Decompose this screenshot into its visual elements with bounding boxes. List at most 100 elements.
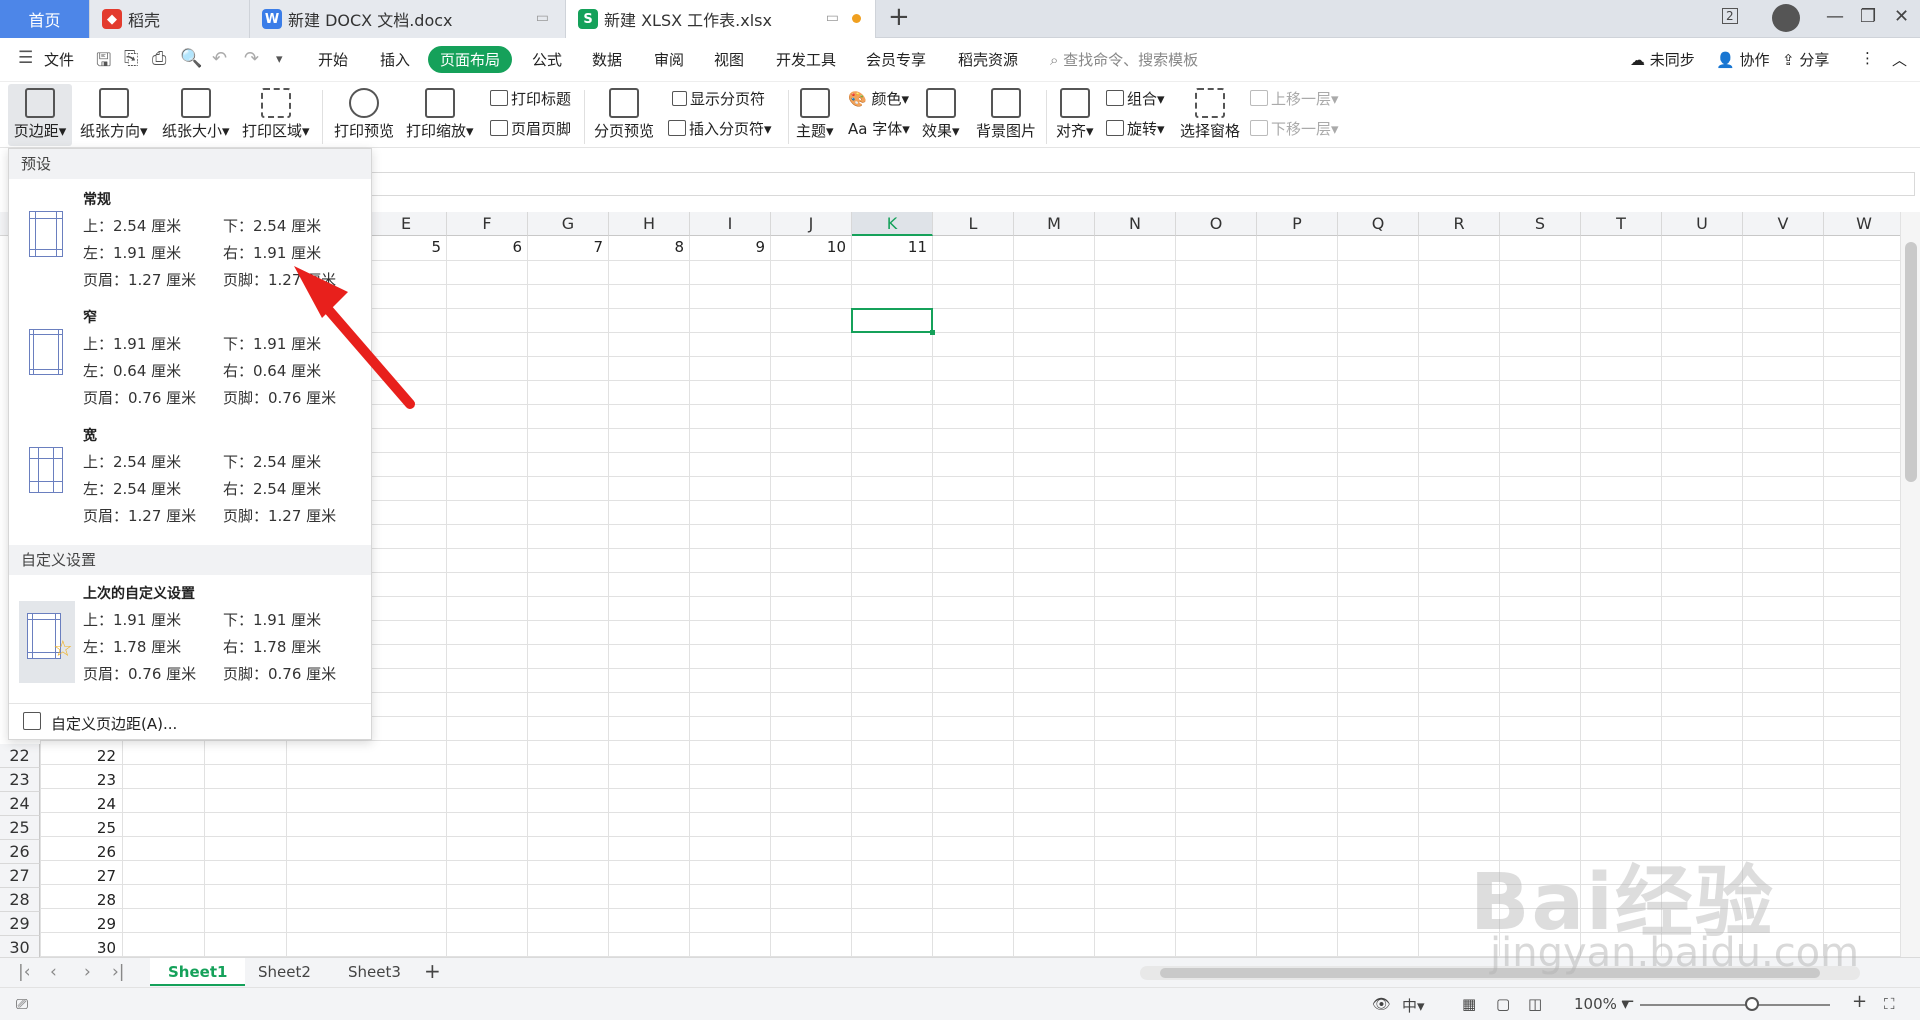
restore-icon[interactable]: ❐ — [1860, 6, 1876, 27]
cell-row1[interactable]: 5 — [366, 238, 447, 256]
eye-protection-icon[interactable]: 👁 — [1372, 995, 1391, 1013]
share-button[interactable]: ⇪ 分享 — [1782, 49, 1829, 70]
column-header-h[interactable]: H — [609, 212, 690, 236]
print-preview-icon[interactable]: 🔍 — [180, 48, 202, 69]
column-header-l[interactable]: L — [933, 212, 1014, 236]
last-sheet-icon[interactable]: ›| — [112, 962, 125, 982]
align-button[interactable]: 对齐▾ — [1056, 88, 1094, 141]
preset-narrow[interactable]: 窄 上：1.91 厘米 下：1.91 厘米 左：0.64 厘米 右：0.64 厘… — [9, 307, 371, 425]
cell-row1[interactable]: 6 — [447, 238, 528, 256]
row-header[interactable]: 22 — [0, 744, 40, 768]
new-tab-plus-icon[interactable]: + — [888, 2, 910, 32]
zoom-out-icon[interactable]: − — [1620, 991, 1635, 1012]
macro-record-icon[interactable]: ⎚ — [16, 995, 28, 1013]
prev-sheet-icon[interactable]: ‹ — [50, 962, 57, 982]
zoom-slider-knob[interactable] — [1745, 997, 1759, 1011]
vertical-scroll-thumb[interactable] — [1905, 242, 1917, 482]
menu-daoke-resources[interactable]: 稻壳资源 — [958, 49, 1018, 70]
sync-status[interactable]: ☁ 未同步 — [1630, 49, 1695, 70]
normal-view-icon[interactable]: ▦ — [1462, 995, 1476, 1013]
cell-row1[interactable]: 11 — [852, 238, 933, 256]
first-sheet-icon[interactable]: |‹ — [18, 962, 31, 982]
menu-developer[interactable]: 开发工具 — [776, 49, 836, 70]
fullscreen-icon[interactable]: ⛶ — [1884, 995, 1895, 1013]
close-icon[interactable]: ✕ — [1894, 6, 1909, 27]
redo-icon[interactable]: ↷ — [244, 48, 259, 69]
tab-docx[interactable]: W 新建 DOCX 文档.docx ▭ — [250, 0, 566, 38]
next-sheet-icon[interactable]: › — [84, 962, 91, 982]
cell-col-a[interactable]: 30 — [40, 939, 122, 957]
formula-input[interactable] — [370, 172, 1915, 196]
cell-col-a[interactable]: 25 — [40, 819, 122, 837]
collapse-ribbon-icon[interactable]: ︿ — [1892, 49, 1907, 70]
print-scale-button[interactable]: 打印缩放▾ — [406, 88, 474, 141]
row-header[interactable]: 25 — [0, 816, 40, 840]
window-count-badge[interactable]: 2 — [1722, 8, 1738, 24]
cell-col-a[interactable]: 22 — [40, 747, 122, 765]
cell-row1[interactable]: 10 — [771, 238, 852, 256]
menu-data[interactable]: 数据 — [592, 49, 622, 70]
column-header-v[interactable]: V — [1743, 212, 1824, 236]
cell-col-a[interactable]: 26 — [40, 843, 122, 861]
column-header-t[interactable]: T — [1581, 212, 1662, 236]
tab-daoke[interactable]: ◆ 稻壳 — [90, 0, 250, 38]
column-header-w[interactable]: W — [1824, 212, 1900, 236]
column-header-i[interactable]: I — [690, 212, 771, 236]
preset-normal[interactable]: 常规 上：2.54 厘米 下：2.54 厘米 左：1.91 厘米 右：1.91 … — [9, 189, 371, 307]
paper-size-button[interactable]: 纸张大小▾ — [162, 88, 230, 141]
cell-col-a[interactable]: 24 — [40, 795, 122, 813]
bring-forward-button[interactable]: 上移一层▾ — [1250, 88, 1339, 109]
cell-col-a[interactable]: 23 — [40, 771, 122, 789]
save-icon[interactable]: 🖫 — [96, 48, 111, 78]
column-header-q[interactable]: Q — [1338, 212, 1419, 236]
preset-last-custom[interactable]: ☆ 上次的自定义设置 上：1.91 厘米 下：1.91 厘米 左：1.78 厘米… — [9, 583, 371, 701]
column-header-r[interactable]: R — [1419, 212, 1500, 236]
column-header-k[interactable]: K — [852, 212, 933, 236]
insert-page-break-button[interactable]: 插入分页符▾ — [668, 118, 772, 139]
margins-button[interactable]: 页边距▾ — [8, 84, 72, 146]
page-break-preview-button[interactable]: 分页预览 — [594, 88, 654, 141]
theme-button[interactable]: 主题▾ — [796, 88, 834, 141]
menu-review[interactable]: 审阅 — [654, 49, 684, 70]
group-button[interactable]: 组合▾ — [1106, 88, 1165, 109]
page-layout-view-icon[interactable]: ▢ — [1496, 995, 1510, 1013]
menu-insert[interactable]: 插入 — [380, 49, 410, 70]
menu-member[interactable]: 会员专享 — [866, 49, 926, 70]
row-header[interactable]: 24 — [0, 792, 40, 816]
cell-col-a[interactable]: 27 — [40, 867, 122, 885]
effects-button[interactable]: 效果▾ — [922, 88, 960, 141]
print-titles-button[interactable]: 打印标题 — [490, 88, 571, 109]
cell-row1[interactable]: 9 — [690, 238, 771, 256]
show-page-breaks-checkbox[interactable]: 显示分页符 — [672, 88, 765, 109]
menu-start[interactable]: 开始 — [318, 49, 348, 70]
page-break-view-icon[interactable]: ◫ — [1528, 995, 1542, 1013]
monitor-icon[interactable]: ▭ — [536, 10, 549, 26]
column-header-f[interactable]: F — [447, 212, 528, 236]
row-header[interactable]: 23 — [0, 768, 40, 792]
row-header[interactable]: 27 — [0, 864, 40, 888]
column-header-o[interactable]: O — [1176, 212, 1257, 236]
fonts-button[interactable]: Aa 字体▾ — [848, 118, 910, 139]
more-icon[interactable]: ⋮ — [1860, 49, 1875, 67]
monitor-icon[interactable]: ▭ — [826, 10, 839, 26]
row-header[interactable]: 29 — [0, 912, 40, 936]
cell-col-a[interactable]: 29 — [40, 915, 122, 933]
sheet-tab-sheet2[interactable]: Sheet2 — [240, 958, 329, 986]
colors-button[interactable]: 🎨 颜色▾ — [848, 88, 909, 109]
column-header-s[interactable]: S — [1500, 212, 1581, 236]
column-header-p[interactable]: P — [1257, 212, 1338, 236]
rotate-button[interactable]: 旋转▾ — [1106, 118, 1165, 139]
add-sheet-icon[interactable]: + — [424, 959, 441, 983]
minimize-icon[interactable]: — — [1826, 6, 1844, 27]
column-header-u[interactable]: U — [1662, 212, 1743, 236]
menu-formula[interactable]: 公式 — [532, 49, 562, 70]
cell-col-a[interactable]: 28 — [40, 891, 122, 909]
zoom-in-icon[interactable]: + — [1852, 991, 1867, 1012]
row-header[interactable]: 30 — [0, 936, 40, 957]
avatar[interactable] — [1772, 4, 1800, 32]
send-backward-button[interactable]: 下移一层▾ — [1250, 118, 1339, 139]
preset-wide[interactable]: 宽 上：2.54 厘米 下：2.54 厘米 左：2.54 厘米 右：2.54 厘… — [9, 425, 371, 543]
selection-pane-button[interactable]: 选择窗格 — [1180, 88, 1240, 141]
custom-margins-link[interactable]: 自定义页边距(A)... — [9, 703, 371, 739]
active-cell-cursor[interactable] — [851, 308, 935, 335]
